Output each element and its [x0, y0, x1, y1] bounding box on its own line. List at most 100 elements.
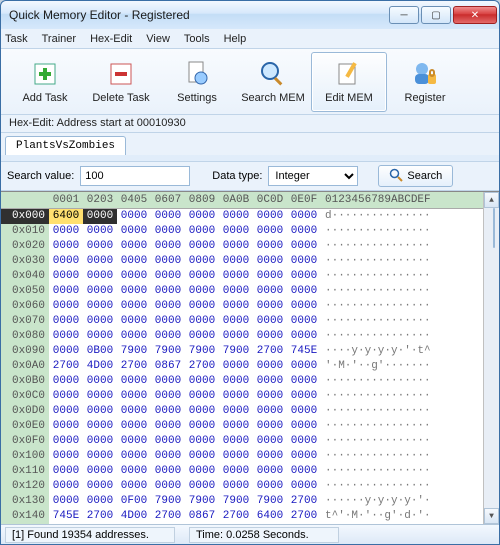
hex-word[interactable]: 0000 — [219, 479, 253, 494]
hex-word[interactable]: 0000 — [49, 449, 83, 464]
hex-word[interactable]: 0000 — [117, 269, 151, 284]
hex-word[interactable]: 0000 — [117, 389, 151, 404]
hex-word[interactable]: 0000 — [83, 254, 117, 269]
hex-row[interactable]: 0x05000000000000000000000000000000000···… — [1, 284, 483, 299]
vertical-scrollbar[interactable]: ▲ ▼ — [483, 192, 499, 524]
hex-word[interactable]: 745E — [49, 509, 83, 524]
hex-word[interactable]: 0000 — [49, 389, 83, 404]
hex-row[interactable]: 0x06000000000000000000000000000000000···… — [1, 299, 483, 314]
datatype-select[interactable]: Integer — [268, 166, 358, 186]
hex-word[interactable]: 0000 — [117, 209, 151, 224]
hex-word[interactable]: 0000 — [49, 419, 83, 434]
menu-task[interactable]: Task — [5, 33, 28, 45]
hex-row[interactable]: 0x0A027004D00270008672700000000000000'·M… — [1, 359, 483, 374]
hex-word[interactable]: 0000 — [117, 329, 151, 344]
hex-word[interactable]: 0000 — [151, 254, 185, 269]
hex-word[interactable]: 0000 — [287, 329, 321, 344]
hex-word[interactable]: 0000 — [185, 269, 219, 284]
hex-word[interactable]: 0000 — [151, 389, 185, 404]
hex-word[interactable]: 4D00 — [117, 509, 151, 524]
hex-word[interactable]: 0000 — [151, 284, 185, 299]
hex-word[interactable]: 0000 — [287, 434, 321, 449]
menu-help[interactable]: Help — [224, 33, 247, 45]
hex-word[interactable]: 0000 — [117, 299, 151, 314]
hex-word[interactable]: 0000 — [253, 299, 287, 314]
hex-word[interactable]: 7900 — [185, 344, 219, 359]
ascii-cell[interactable]: ················ — [321, 374, 439, 389]
hex-word[interactable]: 0000 — [83, 389, 117, 404]
hex-word[interactable]: 0000 — [83, 449, 117, 464]
maximize-button[interactable]: ▢ — [421, 6, 451, 24]
hex-word[interactable]: 0000 — [151, 404, 185, 419]
hex-word[interactable]: 0000 — [253, 359, 287, 374]
hex-word[interactable]: 0000 — [151, 449, 185, 464]
hex-row[interactable]: 0x11000000000000000000000000000000000···… — [1, 464, 483, 479]
hex-word[interactable]: 0000 — [151, 419, 185, 434]
hex-word[interactable]: 2700 — [151, 509, 185, 524]
hex-word[interactable]: 0000 — [219, 329, 253, 344]
hex-word[interactable]: 0000 — [219, 284, 253, 299]
hex-word[interactable]: 0000 — [185, 299, 219, 314]
settings-button[interactable]: Settings — [159, 52, 235, 112]
search-mem-button[interactable]: Search MEM — [235, 52, 311, 112]
hex-word[interactable]: 4D00 — [83, 359, 117, 374]
hex-row[interactable]: 0x0F000000000000000000000000000000000···… — [1, 434, 483, 449]
register-button[interactable]: Register — [387, 52, 463, 112]
hex-row[interactable]: 0x0C000000000000000000000000000000000···… — [1, 389, 483, 404]
hex-word[interactable]: 0000 — [151, 479, 185, 494]
hex-word[interactable]: 0000 — [117, 464, 151, 479]
hex-word[interactable]: 0000 — [49, 254, 83, 269]
hex-word[interactable]: 2700 — [49, 359, 83, 374]
hex-row[interactable]: 0x140745E27004D0027000867270064002700t^'… — [1, 509, 483, 524]
hex-word[interactable]: 0000 — [287, 389, 321, 404]
hex-word[interactable]: 0000 — [185, 449, 219, 464]
hex-word[interactable]: 0000 — [219, 299, 253, 314]
scroll-up-button[interactable]: ▲ — [484, 192, 499, 208]
hex-word[interactable]: 0000 — [83, 314, 117, 329]
hex-word[interactable]: 0000 — [49, 299, 83, 314]
hex-word[interactable]: 0000 — [151, 224, 185, 239]
hex-word[interactable]: 0F00 — [117, 494, 151, 509]
hex-word[interactable]: 0000 — [117, 434, 151, 449]
minimize-button[interactable]: ─ — [389, 6, 419, 24]
hex-word[interactable]: 0000 — [287, 224, 321, 239]
hex-word[interactable]: 0000 — [83, 464, 117, 479]
hex-word[interactable]: 0000 — [83, 479, 117, 494]
hex-word[interactable]: 0000 — [219, 374, 253, 389]
hex-word[interactable]: 0000 — [117, 239, 151, 254]
hex-word[interactable]: 0000 — [185, 389, 219, 404]
hex-row[interactable]: 0x0D000000000000000000000000000000000···… — [1, 404, 483, 419]
hex-row[interactable]: 0x10000000000000000000000000000000000···… — [1, 449, 483, 464]
hex-row[interactable]: 0x09000000B0079007900790079002700745E···… — [1, 344, 483, 359]
hex-word[interactable]: 0000 — [83, 434, 117, 449]
hex-word[interactable]: 0000 — [117, 224, 151, 239]
hex-word[interactable]: 2700 — [287, 509, 321, 524]
hex-word[interactable]: 0000 — [185, 464, 219, 479]
hex-word[interactable]: 0000 — [151, 314, 185, 329]
hex-word[interactable]: 0000 — [219, 449, 253, 464]
hex-word[interactable]: 0000 — [49, 269, 83, 284]
ascii-cell[interactable]: ················ — [321, 299, 439, 314]
hex-word[interactable]: 0000 — [219, 404, 253, 419]
hex-word[interactable]: 0000 — [83, 269, 117, 284]
hex-word[interactable]: 0000 — [49, 374, 83, 389]
ascii-cell[interactable]: ······y·y·y·y·'· — [321, 494, 439, 509]
hex-word[interactable]: 0000 — [219, 434, 253, 449]
hex-word[interactable]: 0000 — [253, 389, 287, 404]
hex-word[interactable]: 0000 — [185, 434, 219, 449]
search-value-input[interactable] — [80, 166, 190, 186]
hex-row[interactable]: 0x08000000000000000000000000000000000···… — [1, 329, 483, 344]
hex-word[interactable]: 0000 — [253, 224, 287, 239]
hex-word[interactable]: 0000 — [253, 479, 287, 494]
scroll-thumb[interactable] — [493, 208, 495, 248]
ascii-cell[interactable]: ················ — [321, 404, 439, 419]
hex-word[interactable]: 0000 — [253, 419, 287, 434]
hex-word[interactable]: 0000 — [151, 299, 185, 314]
hex-word[interactable]: 0000 — [151, 239, 185, 254]
hex-word[interactable]: 7900 — [151, 344, 185, 359]
hex-word[interactable]: 0000 — [117, 479, 151, 494]
ascii-cell[interactable]: ················ — [321, 389, 439, 404]
menu-tools[interactable]: Tools — [184, 33, 210, 45]
hex-word[interactable]: 0000 — [287, 464, 321, 479]
hex-word[interactable]: 0000 — [151, 374, 185, 389]
